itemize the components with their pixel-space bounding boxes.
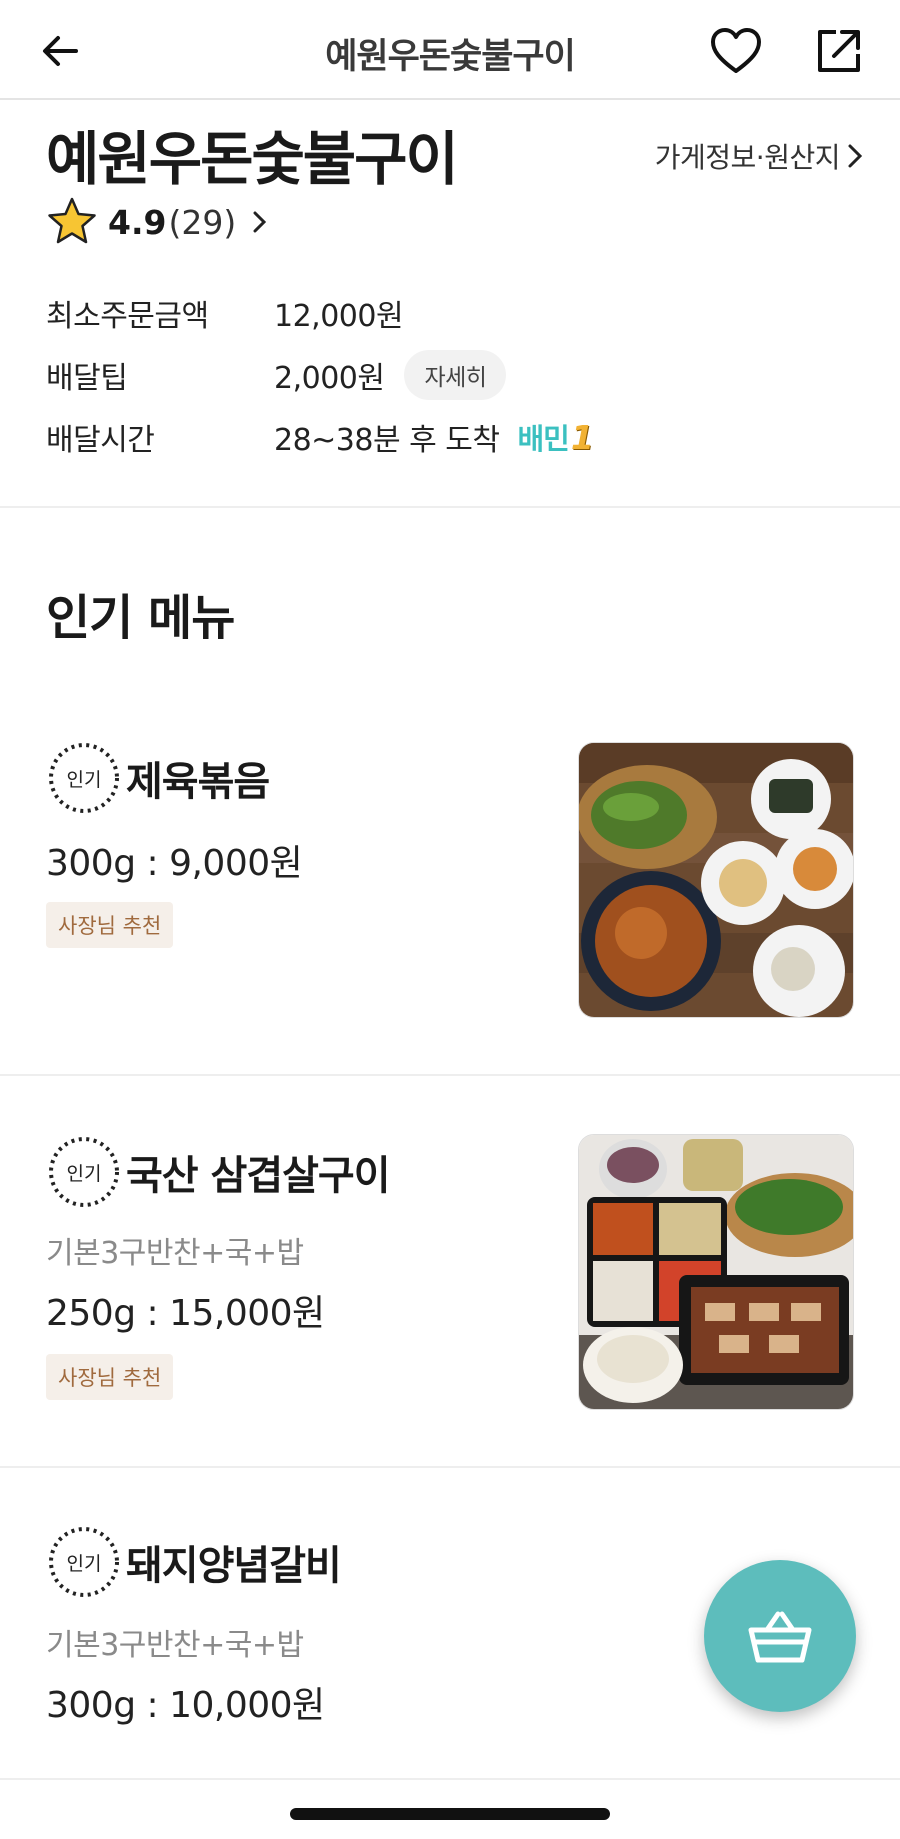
share-icon[interactable]: [812, 24, 866, 78]
popular-badge-text: 인기: [66, 768, 102, 791]
heart-icon[interactable]: [708, 24, 764, 80]
menu-name-row: 인기 제육볶음: [46, 740, 270, 816]
delivery-tip-value: 2,000원: [274, 361, 385, 396]
min-order-row: 최소주문금액 12,000원: [46, 282, 593, 344]
section-divider: [0, 506, 900, 508]
store-info-label: 가게정보·원산지: [654, 141, 841, 174]
home-indicator[interactable]: [290, 1808, 610, 1820]
top-bar: 예원우돈숯불구이: [0, 0, 900, 100]
baemin-badge-number: 1: [570, 417, 594, 457]
delivery-time-row: 배달시간 28~38분 후 도착 배민 1: [46, 406, 594, 468]
store-info-table: 최소주문금액 12,000원 배달팁 2,000원 자세히 배달시간 28~38…: [46, 282, 594, 468]
menu-item[interactable]: 인기 국산 삼겹살구이 기본3구반찬+국+밥 250g : 15,000원 사장…: [0, 1076, 900, 1466]
popular-badge-icon: 인기: [46, 740, 122, 816]
menu-price: 300g : 9,000원: [46, 843, 303, 884]
cart-button[interactable]: [704, 1560, 856, 1712]
popular-menu-title: 인기 메뉴: [46, 590, 235, 646]
min-order-label: 최소주문금액: [46, 299, 209, 334]
menu-name-row: 인기 돼지양념갈비: [46, 1524, 342, 1600]
menu-item[interactable]: 인기 제육볶음 300g : 9,000원 사장님 추천: [0, 700, 900, 1074]
owner-recommend-tag: 사장님 추천: [46, 902, 174, 948]
basket-icon: [748, 1611, 812, 1663]
min-order-value: 12,000원: [274, 299, 404, 334]
chevron-right-icon: [253, 211, 267, 233]
menu-description: 기본3구반찬+국+밥: [46, 1236, 304, 1271]
delivery-tip-row: 배달팁 2,000원 자세히: [46, 344, 593, 406]
rating-row[interactable]: 4.9 (29): [46, 196, 270, 248]
baemin1-badge: 배민 1: [517, 416, 594, 458]
delivery-time-value: 28~38분 후 도착: [274, 423, 500, 458]
chevron-right-icon: [848, 144, 863, 168]
menu-name: 국산 삼겹살구이: [126, 1153, 391, 1199]
owner-recommend-tag: 사장님 추천: [46, 1354, 174, 1400]
delivery-tip-label: 배달팁: [46, 361, 128, 396]
store-info-link[interactable]: 가게정보·원산지: [655, 136, 864, 176]
menu-description: 기본3구반찬+국+밥: [46, 1628, 304, 1663]
delivery-time-label: 배달시간: [46, 423, 155, 458]
menu-image-jeyuk: [578, 742, 854, 1018]
popular-badge-icon: 인기: [46, 1524, 122, 1600]
popular-badge-icon: 인기: [46, 1134, 122, 1210]
menu-name: 돼지양념갈비: [126, 1543, 342, 1589]
delivery-tip-detail-button[interactable]: 자세히: [404, 350, 507, 400]
menu-image-samgyeopsal: [578, 1134, 854, 1410]
menu-name: 제육볶음: [126, 759, 270, 805]
menu-name-row: 인기 국산 삼겹살구이: [46, 1134, 391, 1210]
review-count: (29): [168, 202, 237, 242]
popular-badge-text: 인기: [66, 1552, 102, 1575]
baemin-badge-text: 배민: [517, 422, 569, 456]
rating-score: 4.9: [108, 202, 167, 242]
popular-badge-text: 인기: [66, 1162, 102, 1185]
menu-price: 300g : 10,000원: [46, 1685, 325, 1726]
menu-divider: [0, 1778, 900, 1780]
header-title: 예원우돈숯불구이: [325, 37, 576, 77]
store-name: 예원우돈숯불구이: [46, 125, 459, 193]
star-icon: [48, 197, 96, 244]
menu-price: 250g : 15,000원: [46, 1293, 325, 1334]
